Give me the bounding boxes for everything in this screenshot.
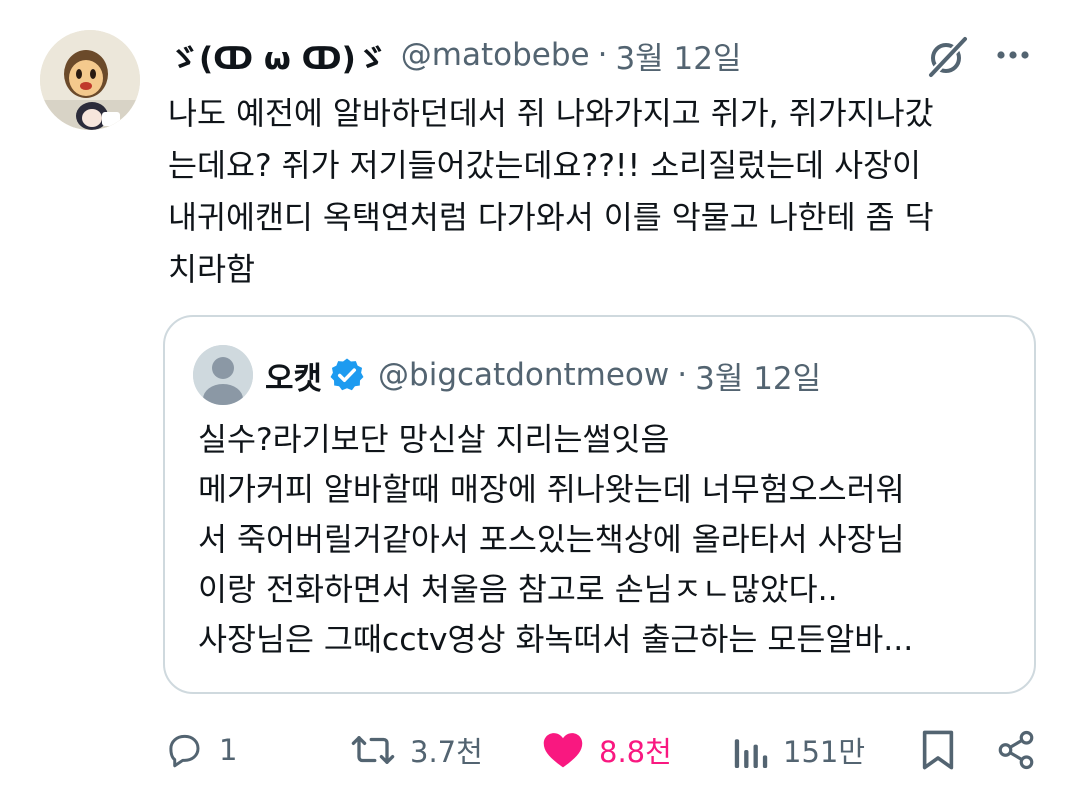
tweet-text-line: 내귀에캔디 옥택연처럼 다가와서 이를 악물고 나한테 좀 닥: [168, 200, 934, 236]
author-handle[interactable]: @matobebe: [401, 37, 590, 73]
tweet: ゞ(ↀ ω ↀ)ゞ @matobebe · 3월 12일 나도 예전에 알바하던…: [0, 0, 1080, 805]
repost-icon: [351, 736, 395, 764]
views-count: 151만: [783, 735, 866, 769]
bookmark-icon: [922, 730, 954, 770]
tweet-text-line: 나도 예전에 알바하던데서 쥐 나와가지고 쥐가, 쥐가지나갔: [168, 96, 934, 132]
quoted-text-line: 서 죽어버릴거같아서 포스있는책상에 올라타서 사장님: [198, 522, 905, 558]
share-icon: [998, 730, 1034, 770]
tweet-text-line: 는데요? 쥐가 저기들어갔는데요??!! 소리질렀는데 사장이: [168, 148, 922, 184]
quoted-header-separator: ·: [677, 357, 688, 393]
tweet-text: 나도 예전에 알바하던데서 쥐 나와가지고 쥐가, 쥐가지나갔 는데요? 쥐가 …: [168, 88, 1068, 296]
repost-button[interactable]: 3.7천: [350, 720, 483, 780]
quoted-author-handle[interactable]: @bigcatdontmeow: [378, 357, 669, 393]
grok-icon[interactable]: [922, 32, 972, 82]
default-avatar-icon: [193, 345, 253, 405]
repost-count: 3.7천: [410, 735, 483, 769]
reply-icon: [169, 734, 200, 768]
author-avatar[interactable]: [40, 30, 140, 130]
verified-badge-icon: [330, 358, 364, 391]
quoted-author-display-name[interactable]: 오캣: [265, 353, 322, 398]
reply-count: 1: [219, 733, 238, 767]
tweet-header: ゞ(ↀ ω ↀ)ゞ @matobebe · 3월 12일: [168, 30, 742, 80]
like-button[interactable]: 8.8천: [541, 720, 672, 780]
action-bar: 1 3.7천 8.8천 151만: [0, 720, 1080, 780]
more-icon[interactable]: [990, 32, 1036, 78]
like-count: 8.8천: [599, 735, 672, 769]
views-icon: [734, 739, 768, 768]
avatar-image: [40, 30, 140, 130]
reply-button[interactable]: 1: [163, 720, 237, 780]
views-button[interactable]: 151만: [733, 720, 865, 780]
tweet-text-line: 치라함: [168, 252, 255, 288]
quoted-text-line: 사장님은 그때cctv영상 화녹떠서 출근하는 모든알바...: [198, 622, 914, 658]
quoted-tweet-text: 실수?라기보단 망신살 지리는썰잇음 메가커피 알바할때 매장에 쥐나왓는데 너…: [198, 415, 1028, 665]
bookmark-button[interactable]: [920, 720, 956, 780]
quoted-tweet-date[interactable]: 3월 12일: [695, 353, 821, 398]
quoted-author-avatar[interactable]: [193, 345, 253, 405]
header-separator: ·: [597, 37, 608, 73]
quoted-text-line: 메가커피 알바할때 매장에 쥐나왓는데 너무험오스러워: [198, 472, 905, 508]
quoted-text-line: 실수?라기보단 망신살 지리는썰잇음: [198, 422, 670, 458]
author-display-name[interactable]: ゞ(ↀ ω ↀ)ゞ: [168, 33, 387, 78]
share-button[interactable]: [995, 720, 1037, 780]
tweet-date[interactable]: 3월 12일: [615, 33, 741, 78]
quoted-text-line: 이랑 전화하면서 처울음 참고로 손님ㅈㄴ많았다..: [198, 572, 838, 608]
quoted-tweet-card[interactable]: 오캣 @bigcatdontmeow · 3월 12일 실수?라기보단 망신살 …: [163, 315, 1036, 694]
heart-icon: [543, 733, 583, 768]
quoted-tweet-header: 오캣 @bigcatdontmeow · 3월 12일: [265, 345, 821, 405]
